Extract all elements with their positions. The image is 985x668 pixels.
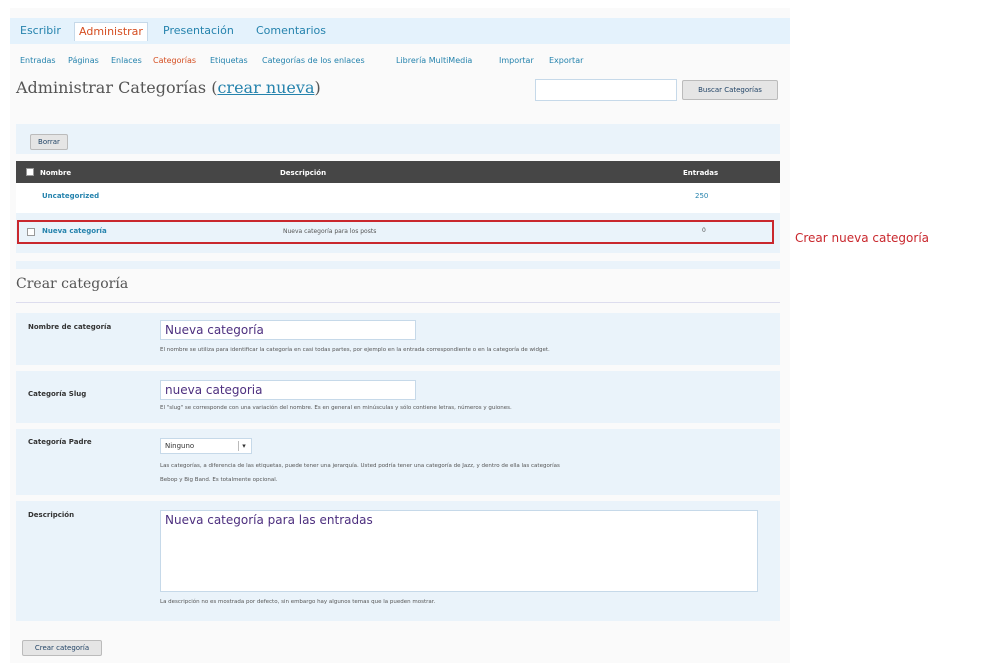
divider (16, 302, 780, 303)
parent-hint-line1: Las categorías, a diferencia de las etiq… (160, 463, 560, 469)
column-header-posts[interactable]: Entradas (683, 169, 718, 177)
chevron-down-icon: ▾ (238, 441, 249, 451)
subnav-libreria-multimedia[interactable]: Librería MultiMedia (396, 56, 472, 65)
subnav-categorias[interactable]: Categorías (153, 56, 196, 65)
page-title-text: Administrar Categorías ( (16, 78, 218, 97)
parent-category-select[interactable]: Ninguno ▾ (160, 438, 252, 454)
description-hint: La descripción no es mostrada por defect… (160, 599, 436, 605)
tab-administrar[interactable]: Administrar (74, 22, 148, 41)
parent-hint-line2: Bebop y Big Band. Es totalmente opcional… (160, 477, 278, 483)
bulk-actions-bar (16, 124, 780, 154)
parent-selected-value: Ninguno (165, 442, 195, 450)
create-new-link[interactable]: crear nueva (217, 78, 314, 97)
subnav-categorias-enlaces[interactable]: Categorías de los enlaces (262, 56, 365, 65)
subnav-etiquetas[interactable]: Etiquetas (210, 56, 248, 65)
description-textarea[interactable]: Nueva categoría para las entradas (160, 510, 758, 592)
slug-label: Categoría Slug (28, 390, 87, 398)
category-slug-input[interactable]: nueva categoria (160, 380, 416, 400)
form-title: Crear categoría (16, 276, 129, 292)
subnav-importar[interactable]: Importar (499, 56, 534, 65)
column-header-description[interactable]: Descripción (280, 169, 326, 177)
slug-hint: El "slug" se corresponde con una variaci… (160, 405, 512, 411)
subnav-paginas[interactable]: Páginas (68, 56, 99, 65)
search-input[interactable] (535, 79, 677, 101)
page-title: Administrar Categorías (crear nueva) (16, 78, 321, 97)
name-hint: El nombre se utiliza para identificar la… (160, 347, 550, 353)
tab-comentarios[interactable]: Comentarios (256, 22, 326, 40)
category-name-link[interactable]: Uncategorized (42, 192, 99, 200)
category-post-count[interactable]: 250 (695, 192, 708, 200)
description-label: Descripción (28, 511, 75, 519)
subnav-entradas[interactable]: Entradas (20, 56, 56, 65)
create-category-button[interactable]: Crear categoría (22, 640, 102, 656)
tab-escribir[interactable]: Escribir (20, 22, 61, 40)
tab-presentacion[interactable]: Presentación (163, 22, 234, 40)
delete-button[interactable]: Borrar (30, 134, 68, 150)
callout-label: Crear nueva categoría (795, 231, 930, 245)
search-categories-button[interactable]: Buscar Categorías (682, 80, 778, 100)
subnav-enlaces[interactable]: Enlaces (111, 56, 142, 65)
category-name-input[interactable]: Nueva categoría (160, 320, 416, 340)
parent-label: Categoría Padre (28, 438, 92, 446)
table-footer (16, 261, 780, 269)
select-all-checkbox[interactable] (26, 168, 34, 176)
subnav-exportar[interactable]: Exportar (549, 56, 583, 65)
page-title-close: ) (314, 78, 321, 97)
table-header (16, 161, 780, 183)
highlight-box (17, 220, 774, 244)
table-row (16, 183, 780, 213)
name-label: Nombre de categoría (28, 323, 112, 331)
column-header-name[interactable]: Nombre (40, 169, 71, 177)
